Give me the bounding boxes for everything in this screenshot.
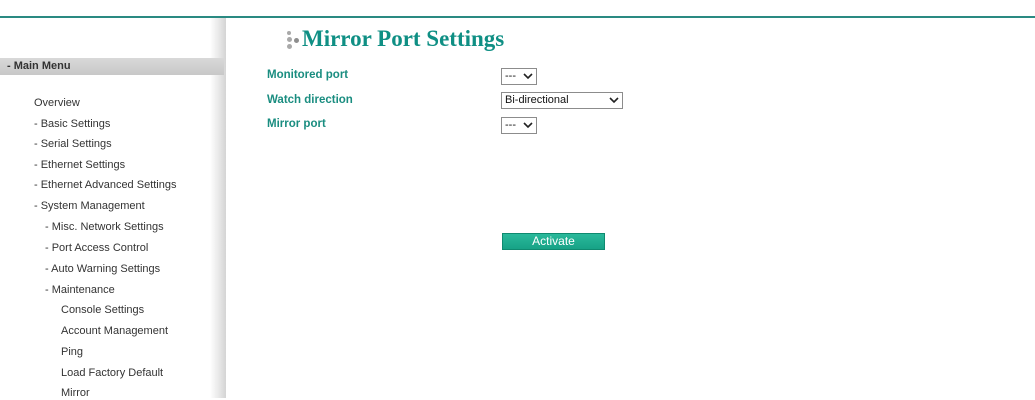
sidebar-item-port-access-control[interactable]: - Port Access Control — [45, 241, 148, 255]
sidebar-item-ping[interactable]: Ping — [61, 345, 83, 359]
sidebar-divider — [210, 18, 226, 398]
monitored-port-select[interactable]: --- — [501, 68, 537, 85]
sidebar-item-ethernet-settings[interactable]: - Ethernet Settings — [34, 158, 125, 172]
sidebar-item-system-management[interactable]: - System Management — [34, 199, 145, 213]
watch-direction-value: Bi-directional — [505, 94, 569, 106]
activate-button[interactable]: Activate — [502, 233, 605, 250]
sidebar-item-basic-settings[interactable]: - Basic Settings — [34, 117, 110, 131]
watch-direction-select[interactable]: Bi-directional — [501, 92, 623, 109]
mirror-port-select[interactable]: --- — [501, 117, 537, 134]
watch-direction-label: Watch direction — [267, 94, 353, 106]
mirror-port-value: --- — [505, 119, 516, 131]
chevron-down-icon — [523, 73, 533, 80]
chevron-down-icon — [523, 122, 533, 129]
sidebar-item-load-factory-default[interactable]: Load Factory Default — [61, 366, 163, 380]
sidebar-item-overview[interactable]: Overview — [34, 96, 80, 110]
dots-icon — [285, 31, 301, 49]
sidebar-item-maintenance[interactable]: - Maintenance — [45, 283, 115, 297]
sidebar-item-auto-warning-settings[interactable]: - Auto Warning Settings — [45, 262, 160, 276]
main-menu-header[interactable]: - Main Menu — [0, 58, 224, 75]
monitored-port-label: Monitored port — [267, 69, 349, 81]
mirror-port-label: Mirror port — [267, 118, 326, 130]
sidebar-item-account-management[interactable]: Account Management — [61, 324, 168, 338]
sidebar-item-serial-settings[interactable]: - Serial Settings — [34, 137, 112, 151]
page-title: Mirror Port Settings — [302, 26, 505, 51]
sidebar-item-console-settings[interactable]: Console Settings — [61, 303, 144, 317]
sidebar-item-ethernet-advanced-settings[interactable]: - Ethernet Advanced Settings — [34, 178, 176, 192]
sidebar-item-misc-network-settings[interactable]: - Misc. Network Settings — [45, 220, 164, 234]
chevron-down-icon — [609, 97, 619, 104]
monitored-port-value: --- — [505, 70, 516, 82]
